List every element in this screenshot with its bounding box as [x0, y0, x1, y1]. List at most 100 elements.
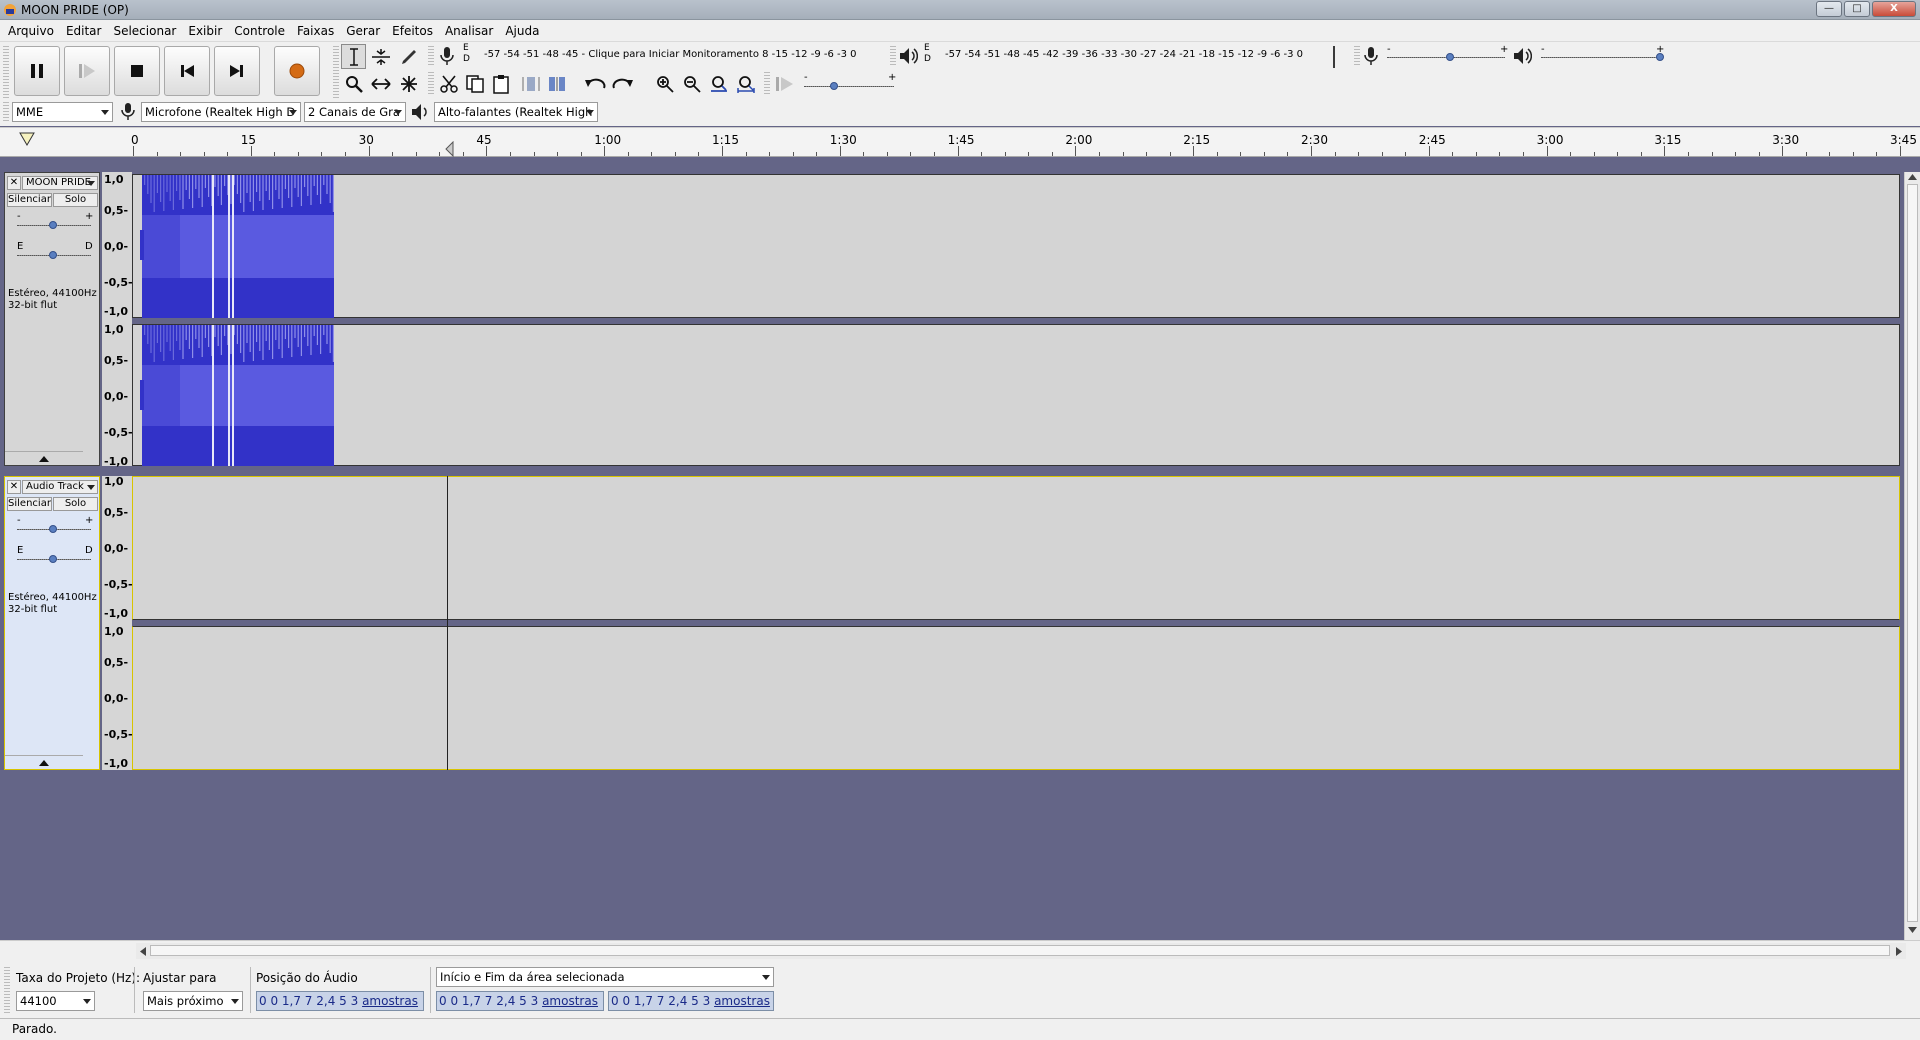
menu-selecionar[interactable]: Selecionar [109, 24, 180, 38]
gain-thumb[interactable] [49, 525, 57, 533]
scroll-down-icon[interactable] [1908, 927, 1917, 933]
channels-select[interactable]: 2 Canais de Gra [304, 102, 406, 122]
horizontal-scroll-thumb[interactable] [150, 945, 1890, 956]
meter-grip[interactable] [428, 46, 434, 66]
play-at-speed-button[interactable] [772, 71, 797, 96]
input-device-select[interactable]: Microfone (Realtek High D [141, 102, 301, 122]
chevron-down-icon [83, 999, 91, 1004]
mixer-grip[interactable] [1354, 46, 1360, 66]
fit-project-button[interactable] [733, 71, 758, 96]
play-volume-thumb[interactable] [1656, 53, 1664, 61]
record-button[interactable] [274, 46, 320, 96]
redo-button[interactable] [610, 71, 635, 96]
menu-gerar[interactable]: Gerar [342, 24, 384, 38]
speaker-icon [412, 104, 427, 120]
gain-thumb[interactable] [49, 221, 57, 229]
close-track-icon[interactable]: ✕ [7, 176, 21, 190]
play-speed-slider[interactable] [804, 86, 894, 87]
record-volume-thumb[interactable] [1446, 53, 1454, 61]
solo-button[interactable]: Solo [53, 193, 98, 207]
timeline-label: 30 [358, 133, 374, 147]
menu-arquivo[interactable]: Arquivo [4, 24, 58, 38]
mute-button[interactable]: Silenciar [7, 193, 52, 207]
skip-start-button[interactable] [164, 46, 210, 96]
menu-faixas[interactable]: Faixas [293, 24, 338, 38]
project-rate-select[interactable]: 44100 [16, 991, 95, 1011]
play-volume-slider[interactable] [1541, 57, 1661, 58]
envelope-tool[interactable] [368, 44, 393, 69]
mute-button[interactable]: Silenciar [7, 497, 52, 511]
close-button[interactable]: X [1872, 1, 1916, 17]
device-grip[interactable] [3, 102, 9, 122]
track-name-menu[interactable]: MOON PRIDE [22, 176, 98, 190]
draw-tool[interactable] [396, 44, 421, 69]
zoom-tool[interactable] [341, 71, 366, 96]
collapse-track-button[interactable] [5, 451, 83, 465]
zoom-out-button[interactable] [679, 71, 704, 96]
stop-button[interactable] [114, 46, 160, 96]
edit-grip[interactable] [428, 72, 434, 94]
track-control-panel[interactable]: ✕ Audio Track Silenciar Solo - + E D Est… [4, 476, 100, 770]
track-control-panel[interactable]: ✕ MOON PRIDE Silenciar Solo - + E D Esté… [4, 172, 100, 466]
collapse-track-button[interactable] [5, 755, 83, 769]
selection-tool[interactable] [341, 44, 366, 69]
timeline-minor-tick [910, 152, 912, 156]
horizontal-scrollbar[interactable] [136, 943, 1906, 959]
record-meter-scale[interactable]: -57 -54 -51 -48 -45 - Clique para Inicia… [484, 49, 857, 60]
maximize-button[interactable]: □ [1844, 1, 1870, 17]
vertical-scrollbar[interactable] [1904, 172, 1920, 940]
output-device-select[interactable]: Alto-falantes (Realtek High [434, 102, 598, 122]
scroll-right-icon[interactable] [1896, 947, 1902, 956]
skip-end-button[interactable] [214, 46, 260, 96]
minimize-button[interactable]: — [1816, 1, 1842, 17]
menu-efeitos[interactable]: Efeitos [388, 24, 437, 38]
cut-button[interactable] [436, 71, 461, 96]
timeline-ruler[interactable]: 0 15 30 45 1:00 1:15 1:30 1:45 2:00 2:15 2:30 2:45 3… [0, 127, 1920, 157]
scroll-up-icon[interactable] [1908, 174, 1917, 180]
audio-position-time[interactable]: 0 0 1,7 7 2,4 5 3 amostras [256, 991, 424, 1011]
play-speed-grip[interactable] [764, 72, 770, 94]
meter-grip[interactable] [890, 46, 896, 66]
silence-button[interactable] [544, 71, 569, 96]
close-track-icon[interactable]: ✕ [7, 480, 21, 494]
multi-tool[interactable] [396, 71, 421, 96]
pan-thumb[interactable] [49, 251, 57, 259]
play-meter-scale[interactable]: -57 -54 -51 -48 -45 -42 -39 -36 -33 -30 … [945, 49, 1303, 60]
play-meter-left-channel: E [924, 43, 930, 53]
vertical-scroll-thumb[interactable] [1907, 184, 1918, 922]
host-select[interactable]: MME [12, 102, 113, 122]
menu-analisar[interactable]: Analisar [441, 24, 497, 38]
play-speed-thumb[interactable] [830, 82, 838, 90]
pan-left-label: E [17, 545, 24, 556]
solo-button[interactable]: Solo [53, 497, 98, 511]
timeline-minor-tick [934, 152, 936, 156]
track-name-menu[interactable]: Audio Track [22, 480, 98, 494]
play-head-triangle-icon[interactable] [19, 132, 35, 146]
selection-start-time[interactable]: 0 0 1,7 7 2,4 5 3 amostras [436, 991, 604, 1011]
undo-button[interactable] [582, 71, 607, 96]
selection-end-time[interactable]: 0 0 1,7 7 2,4 5 3 amostras [608, 991, 774, 1011]
zoom-in-button[interactable] [652, 71, 677, 96]
play-button[interactable] [64, 46, 110, 96]
menu-exibir[interactable]: Exibir [184, 24, 226, 38]
pause-button[interactable] [14, 46, 60, 96]
chevron-down-icon [87, 181, 95, 186]
fit-selection-button[interactable] [706, 71, 731, 96]
timeline-minor-tick [1523, 152, 1525, 156]
snap-to-select[interactable]: Mais próximo [143, 991, 243, 1011]
zoom-in-icon [656, 75, 674, 93]
copy-button[interactable] [462, 71, 487, 96]
menu-controle[interactable]: Controle [230, 24, 289, 38]
pan-thumb[interactable] [49, 555, 57, 563]
scroll-left-icon[interactable] [140, 947, 146, 956]
selection-mode-select[interactable]: Início e Fim da área selecionada [436, 967, 774, 987]
menu-ajuda[interactable]: Ajuda [501, 24, 543, 38]
selection-grip[interactable] [4, 967, 10, 1013]
time-shift-tool[interactable] [368, 71, 393, 96]
asterisk-icon [400, 75, 417, 92]
trim-button[interactable] [518, 71, 543, 96]
menu-editar[interactable]: Editar [62, 24, 106, 38]
paste-button[interactable] [488, 71, 513, 96]
toolbar-grip[interactable] [3, 46, 9, 100]
tools-grip[interactable] [333, 46, 339, 100]
